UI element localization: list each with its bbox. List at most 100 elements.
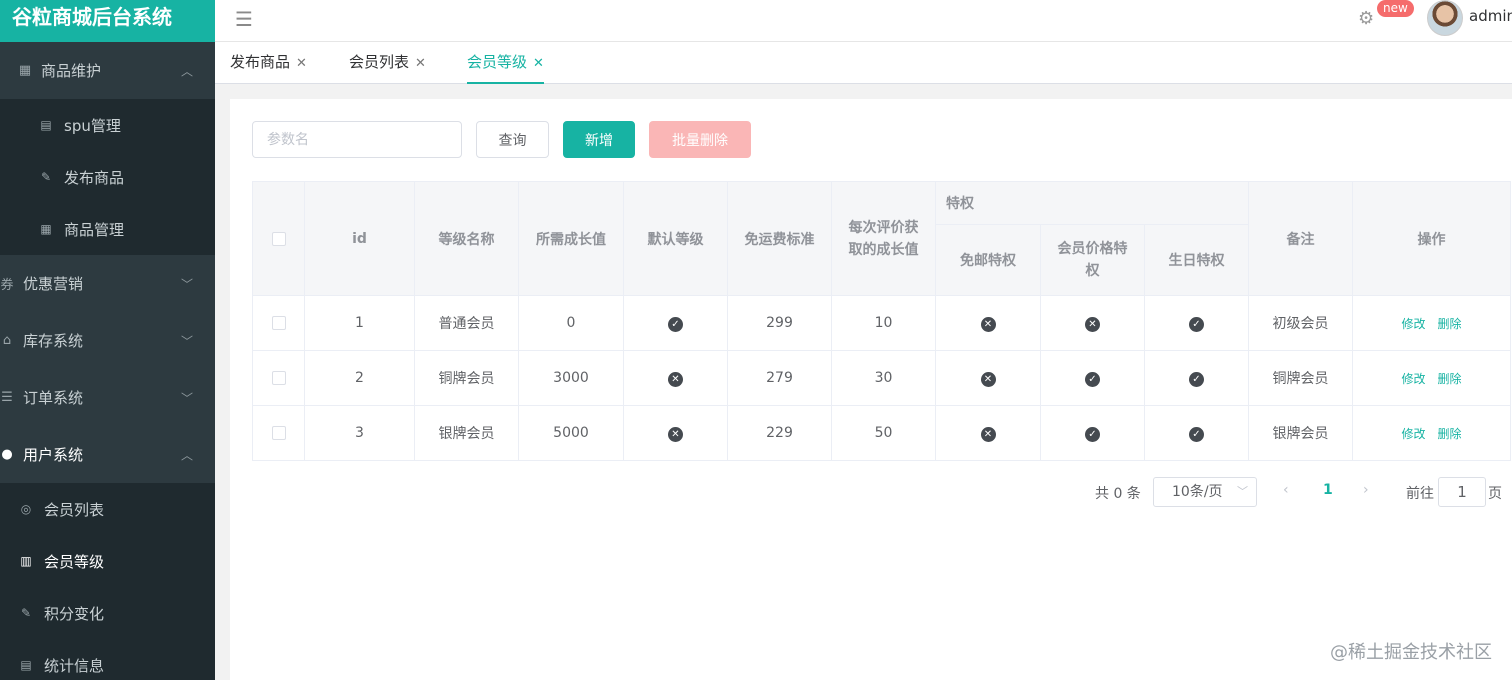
tab-bar: 发布商品 ✕ 会员列表 ✕ 会员等级 ✕ bbox=[215, 42, 1512, 84]
sidebar-item-points[interactable]: ✎ 积分变化 bbox=[0, 587, 215, 639]
page-suffix: 页 bbox=[1488, 486, 1502, 502]
delete-link[interactable]: 删除 bbox=[1438, 317, 1462, 331]
pagination: 共 0 条 10条/页 ﹀ ‹ 1 › 前往 1 页 bbox=[230, 477, 1512, 507]
menu-group-label: 库存系统 bbox=[23, 332, 84, 350]
avatar[interactable] bbox=[1427, 0, 1463, 36]
add-button[interactable]: 新增 bbox=[563, 121, 635, 158]
cell-growth: 3000 bbox=[518, 350, 624, 406]
sidebar-item-label: spu管理 bbox=[64, 116, 121, 135]
cell-comment-growth: 10 bbox=[831, 295, 936, 351]
page-size-value: 10条/页 bbox=[1172, 484, 1223, 500]
total-count: 共 0 条 bbox=[1095, 486, 1141, 502]
col-ops: 操作 bbox=[1352, 181, 1511, 296]
tab-member-level[interactable]: 会员等级 ✕ bbox=[467, 42, 544, 84]
sidebar: 谷粒商城后台系统 ▦ 商品维护 ︿ ▤ spu管理 ✎ 发布商品 ▦ 商品管理 … bbox=[0, 0, 215, 680]
chevron-down-icon: ﹀ bbox=[180, 277, 193, 291]
goto-page-input[interactable]: 1 bbox=[1438, 477, 1486, 507]
app-title: 谷粒商城后台系统 bbox=[0, 0, 215, 42]
check-circle-icon: ✓ bbox=[1085, 371, 1100, 387]
cell-free-shipping: 229 bbox=[727, 405, 832, 461]
col-member-price: 会员价格特权 bbox=[1040, 224, 1145, 296]
check-circle-icon: ✓ bbox=[1085, 426, 1100, 442]
cell-growth: 0 bbox=[518, 295, 624, 351]
chevron-down-icon: ﹀ bbox=[180, 391, 193, 405]
order-icon: ☰ bbox=[1, 390, 13, 405]
delete-link[interactable]: 删除 bbox=[1438, 427, 1462, 441]
chevron-up-icon: ︿ bbox=[180, 448, 193, 462]
row-checkbox[interactable] bbox=[271, 316, 286, 330]
watermark: @稀土掘金技术社区 bbox=[1330, 642, 1492, 663]
tab-label: 会员等级 bbox=[467, 53, 528, 71]
query-button[interactable]: 查询 bbox=[476, 121, 549, 158]
col-free-shipping: 免运费标准 bbox=[727, 181, 832, 296]
select-all-checkbox[interactable] bbox=[271, 231, 286, 246]
user-circle-icon: ◎ bbox=[20, 502, 32, 516]
x-circle-icon: ✕ bbox=[1085, 316, 1100, 332]
home-icon: ⌂ bbox=[2, 333, 12, 348]
delete-link[interactable]: 删除 bbox=[1438, 372, 1462, 386]
cell-note: 铜牌会员 bbox=[1248, 350, 1353, 406]
menu-group-label: 用户系统 bbox=[23, 446, 84, 464]
tab-member-list[interactable]: 会员列表 ✕ bbox=[349, 42, 426, 84]
cell-comment-growth: 50 bbox=[831, 405, 936, 461]
cell-name: 铜牌会员 bbox=[414, 350, 519, 406]
check-circle-icon: ✓ bbox=[1189, 426, 1204, 442]
edit-link[interactable]: 修改 bbox=[1401, 317, 1425, 331]
member-level-table: id 等级名称 所需成长值 默认等级 免运费标准 每次评价获取的成长值 特权 备… bbox=[252, 181, 1511, 461]
menu-group-coupon[interactable]: 券 优惠营销 ﹀ bbox=[0, 255, 215, 312]
menu-toggle-icon[interactable]: ☰ bbox=[235, 9, 253, 29]
prev-page-button[interactable]: ‹ bbox=[1283, 482, 1289, 498]
x-circle-icon: ✕ bbox=[980, 316, 996, 332]
row-checkbox[interactable] bbox=[271, 426, 286, 440]
cell-name: 银牌会员 bbox=[414, 405, 519, 461]
cell-id: 3 bbox=[304, 405, 415, 461]
col-note: 备注 bbox=[1248, 181, 1353, 296]
edit-link[interactable]: 修改 bbox=[1401, 427, 1425, 441]
col-free-ship-priv: 免邮特权 bbox=[935, 224, 1041, 296]
col-default: 默认等级 bbox=[623, 181, 728, 296]
close-icon[interactable]: ✕ bbox=[533, 56, 544, 71]
gear-icon[interactable]: ⚙ bbox=[1358, 8, 1374, 29]
page-size-select[interactable]: 10条/页 ﹀ bbox=[1153, 477, 1257, 507]
col-privilege: 特权 bbox=[935, 181, 1249, 225]
sidebar-item-publish[interactable]: ✎ 发布商品 bbox=[0, 151, 215, 203]
sidebar-item-product-manage[interactable]: ▦ 商品管理 bbox=[0, 203, 215, 255]
edit-link[interactable]: 修改 bbox=[1401, 372, 1425, 386]
x-circle-icon: ✕ bbox=[980, 371, 996, 387]
next-page-button[interactable]: › bbox=[1363, 482, 1369, 498]
menu-group-label: 商品维护 bbox=[41, 62, 102, 80]
menu-group-product[interactable]: ▦ 商品维护 ︿ bbox=[0, 42, 215, 99]
col-birthday: 生日特权 bbox=[1144, 224, 1249, 296]
table-row: 2 铜牌会员 3000 ✕ 279 30 ✕ ✓ ✓ 铜牌会员 修改 删除 bbox=[252, 350, 1511, 406]
sidebar-item-member-list[interactable]: ◎ 会员列表 bbox=[0, 483, 215, 535]
row-checkbox[interactable] bbox=[271, 371, 286, 385]
batch-delete-button[interactable]: 批量删除 bbox=[649, 121, 751, 158]
menu-group-user[interactable]: ● 用户系统 ︿ bbox=[0, 426, 215, 483]
sidebar-item-stats[interactable]: ▤ 统计信息 bbox=[0, 639, 215, 680]
menu-group-stock[interactable]: ⌂ 库存系统 ﹀ bbox=[0, 312, 215, 369]
edit-icon: ✎ bbox=[20, 606, 32, 620]
search-input[interactable] bbox=[252, 121, 462, 158]
top-header: ☰ ⚙ new admin bbox=[215, 0, 1512, 42]
goto-label: 前往 bbox=[1406, 486, 1434, 502]
select-all-header bbox=[252, 181, 305, 296]
sidebar-item-member-level[interactable]: ▥ 会员等级 bbox=[0, 535, 215, 587]
menu-group-label: 优惠营销 bbox=[23, 275, 84, 293]
sidebar-item-label: 会员等级 bbox=[44, 552, 105, 571]
sidebar-item-spu[interactable]: ▤ spu管理 bbox=[0, 99, 215, 151]
menu-group-order[interactable]: ☰ 订单系统 ﹀ bbox=[0, 369, 215, 426]
col-growth: 所需成长值 bbox=[518, 181, 624, 296]
user-name[interactable]: admin bbox=[1469, 7, 1512, 25]
new-badge: new bbox=[1377, 0, 1414, 17]
cell-comment-growth: 30 bbox=[831, 350, 936, 406]
sidebar-item-label: 发布商品 bbox=[64, 168, 125, 187]
grid-icon: ▦ bbox=[40, 222, 52, 236]
tab-publish-product[interactable]: 发布商品 ✕ bbox=[230, 42, 307, 84]
close-icon[interactable]: ✕ bbox=[296, 56, 307, 71]
cell-growth: 5000 bbox=[518, 405, 624, 461]
sidebar-item-label: 统计信息 bbox=[44, 656, 105, 675]
table-row: 3 银牌会员 5000 ✕ 229 50 ✕ ✓ ✓ 银牌会员 修改 删除 bbox=[252, 405, 1511, 461]
close-icon[interactable]: ✕ bbox=[415, 56, 426, 71]
cell-note: 初级会员 bbox=[1248, 295, 1353, 351]
page-number[interactable]: 1 bbox=[1323, 482, 1333, 498]
